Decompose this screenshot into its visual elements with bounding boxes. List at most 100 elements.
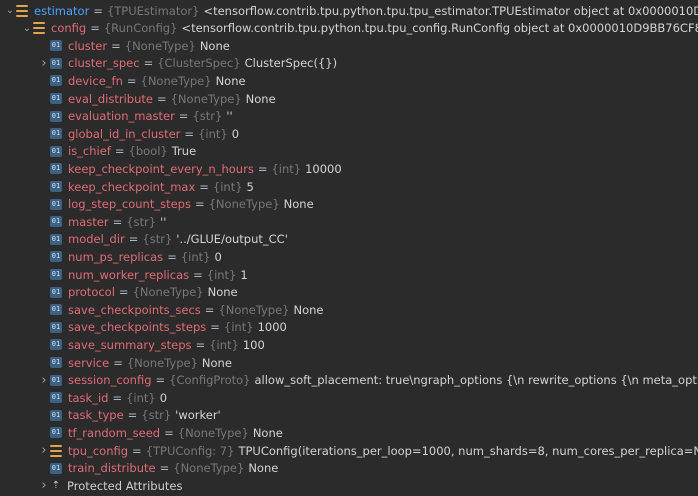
variable-value: None — [283, 197, 314, 212]
tree-row-tf-random-seed[interactable]: 01 tf_random_seed = {NoneType} None — [0, 424, 698, 441]
tree-row-train-distribute[interactable]: 01 train_distribute = {NoneType} None — [0, 460, 698, 477]
tree-row-master[interactable]: 01 master = {str} '' — [0, 213, 698, 230]
tree-row-session-config[interactable]: › 01 session_config = {ConfigProto} allow_sof… — [0, 372, 698, 389]
variable-name: Protected Attributes — [67, 478, 183, 493]
expand-right-arrow-icon[interactable]: › — [38, 443, 50, 458]
arrow-spacer — [38, 357, 50, 369]
variable-type: {str} — [142, 232, 173, 247]
variable-value: TPUConfig(iterations_per_loop=1000, num_… — [238, 443, 698, 458]
tree-row-cluster[interactable]: 01 cluster = {NoneType} None — [0, 37, 698, 54]
variable-value: <tensorflow.contrib.tpu.python.tpu.tpu_c… — [181, 21, 698, 36]
tree-row-protected-attributes[interactable]: › ⇡ Protected Attributes — [0, 477, 698, 494]
variable-value: 'worker' — [175, 408, 221, 423]
tree-row-keep-checkpoint-every-n-hours[interactable]: 01 keep_checkpoint_every_n_hours = {int} 100… — [0, 160, 698, 177]
field-icon: 01 — [50, 374, 62, 386]
variable-value: None — [201, 355, 232, 370]
field-icon: 01 — [50, 251, 62, 263]
tree-row-protocol[interactable]: 01 protocol = {NoneType} None — [0, 284, 698, 301]
tree-row-is-chief[interactable]: 01 is_chief = {bool} True — [0, 143, 698, 160]
tree-row-task-id[interactable]: 01 task_id = {int} 0 — [0, 389, 698, 406]
variable-type: {int} — [126, 390, 156, 405]
variable-type: {NoneType} — [140, 73, 212, 88]
expand-down-arrow-icon[interactable]: ⌄ — [21, 22, 33, 34]
variable-value: 1000 — [257, 320, 287, 335]
equals-sign: = — [112, 390, 123, 405]
tree-row-global-id-in-cluster[interactable]: 01 global_id_in_cluster = {int} 0 — [0, 125, 698, 142]
equals-sign: = — [184, 126, 195, 141]
tree-row-save-checkpoints-secs[interactable]: 01 save_checkpoints_secs = {NoneType} None — [0, 301, 698, 318]
field-icon: 01 — [50, 110, 62, 122]
variable-name: task_type — [68, 408, 124, 423]
tree-row-task-type[interactable]: 01 task_type = {str}'worker' — [0, 407, 698, 424]
arrow-spacer — [38, 216, 50, 228]
tree-row-num-ps-replicas[interactable]: 01 num_ps_replicas = {int} 0 — [0, 248, 698, 265]
variable-type: {ClusterSpec} — [157, 56, 241, 71]
field-icon: 01 — [50, 304, 62, 316]
tree-row-save-summary-steps[interactable]: 01 save_summary_steps = {int} 100 — [0, 336, 698, 353]
tree-row-keep-checkpoint-max[interactable]: 01 keep_checkpoint_max = {int} 5 — [0, 178, 698, 195]
variable-value: None — [215, 73, 246, 88]
variable-name: eval_distribute — [68, 91, 153, 106]
equals-sign: = — [113, 355, 123, 370]
variable-value: None — [293, 302, 324, 317]
field-icon: 01 — [50, 409, 62, 421]
field-icon: 01 — [50, 357, 62, 368]
tree-row-eval-distribute[interactable]: 01 eval_distribute = {NoneType} None — [0, 90, 698, 107]
variable-type: {str} — [192, 109, 223, 124]
variable-value: None — [199, 38, 230, 53]
variable-name: master — [68, 214, 109, 229]
variable-value: '' — [160, 214, 167, 229]
variable-name: save_checkpoints_secs — [68, 302, 201, 317]
expand-right-arrow-icon[interactable]: › — [38, 56, 50, 71]
variable-type: {RunConfig} — [103, 21, 178, 36]
tree-row-save-checkpoints-steps[interactable]: 01 save_checkpoints_steps = {int} 1000 — [0, 319, 698, 336]
tree-row-evaluation-master[interactable]: 01 evaluation_master = {str} '' — [0, 108, 698, 125]
tree-row-tpu-config[interactable]: › tpu_config = {TPUConfig: 7} TPUConfig(iter… — [0, 442, 698, 459]
variable-type: {int} — [198, 126, 228, 141]
tree-row-service[interactable]: 01 service = {NoneType} None — [0, 354, 698, 371]
variable-type: {int} — [223, 320, 254, 335]
equals-sign: = — [178, 109, 189, 124]
equals-sign: = — [90, 21, 100, 36]
expand-down-arrow-icon[interactable]: ⌄ — [4, 5, 16, 17]
arrow-spacer — [38, 163, 50, 175]
equals-sign: = — [112, 214, 123, 229]
field-icon: 01 — [50, 198, 62, 210]
expand-right-arrow-icon[interactable]: › — [38, 478, 50, 493]
tree-row-estimator[interactable]: ⌄ estimator = {TPUEstimator} <tensorflow.con… — [0, 2, 698, 19]
tree-row-model-dir[interactable]: 01 model_dir = {str} '../GLUE/output_CC' — [0, 231, 698, 248]
arrow-spacer — [38, 75, 50, 87]
equals-sign: = — [126, 73, 137, 88]
variable-value: <tensorflow.contrib.tpu.python.tpu.tpu_e… — [203, 3, 698, 18]
arrow-spacer — [38, 392, 50, 404]
protected-attributes-icon: ⇡ — [51, 480, 61, 492]
variable-name: cluster — [68, 38, 108, 53]
variable-value: 5 — [246, 179, 254, 194]
variable-value: 100 — [242, 337, 265, 352]
variable-name: protocol — [68, 285, 115, 300]
variable-icon — [33, 22, 45, 35]
expand-right-arrow-icon[interactable]: › — [38, 373, 50, 388]
field-icon: 01 — [50, 57, 62, 69]
field-icon: 01 — [50, 462, 62, 474]
tree-row-cluster-spec[interactable]: › 01 cluster_spec = {ClusterSpec} ClusterSpec… — [0, 55, 698, 72]
debugger-variables-tree[interactable]: ⌄ estimator = {TPUEstimator} <tensorflow.con… — [0, 0, 698, 496]
variable-name: model_dir — [68, 232, 125, 247]
variable-type: {int} — [180, 249, 211, 264]
variable-value: 10000 — [305, 161, 342, 176]
variable-type: {str} — [126, 214, 157, 229]
variable-icon — [50, 444, 62, 457]
variable-type: {NoneType} — [126, 355, 198, 370]
variable-name: train_distribute — [68, 461, 156, 476]
tree-row-num-worker-replicas[interactable]: 01 num_worker_replicas = {int} 1 — [0, 266, 698, 283]
variable-type: {NoneType} — [208, 197, 280, 212]
tree-row-log-step-count-steps[interactable]: 01 log_step_count_steps = {NoneType} None — [0, 196, 698, 213]
variable-type: {int} — [271, 161, 302, 176]
tree-row-device-fn[interactable]: 01 device_fn = {NoneType} None — [0, 72, 698, 89]
equals-sign: = — [164, 425, 174, 440]
tree-row-config[interactable]: ⌄ config = {RunConfig} <tensorflow.contrib.t… — [0, 20, 698, 37]
field-icon: 01 — [50, 93, 62, 104]
variable-type: {ConfigProto} — [169, 373, 251, 388]
variable-name: global_id_in_cluster — [68, 126, 181, 141]
arrow-spacer — [38, 145, 50, 157]
